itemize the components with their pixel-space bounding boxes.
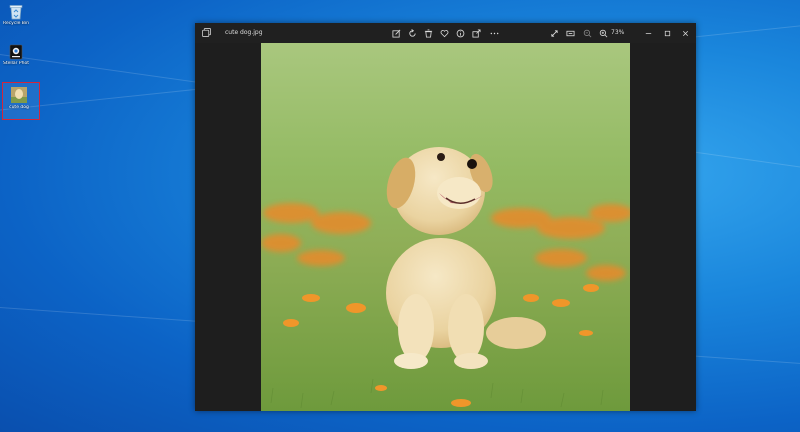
- desktop-icon-label: Recycle Bin: [3, 21, 29, 26]
- close-icon: [682, 30, 688, 36]
- fullscreen-icon: [550, 29, 558, 37]
- info-icon: [456, 29, 464, 37]
- favorite-button[interactable]: [438, 27, 450, 39]
- maximize-button[interactable]: [661, 27, 673, 39]
- more-button[interactable]: [488, 27, 500, 39]
- rotate-button[interactable]: [406, 27, 418, 39]
- delete-button[interactable]: [422, 27, 434, 39]
- slideshow-icon: [565, 30, 575, 36]
- zoom-level[interactable]: 73%: [611, 29, 624, 36]
- zoom-out-button[interactable]: [581, 27, 593, 39]
- more-icon: [490, 32, 498, 34]
- photos-app-icon: [202, 28, 211, 37]
- rotate-icon: [408, 28, 416, 37]
- image-file-icon: [11, 87, 27, 103]
- minimize-button[interactable]: [642, 27, 654, 39]
- info-button[interactable]: [454, 27, 466, 39]
- desktop-icon-stellar[interactable]: Stellar Photo Recovery: [3, 44, 29, 66]
- close-button[interactable]: [679, 27, 691, 39]
- edit-button[interactable]: [390, 27, 402, 39]
- edit-icon: [391, 29, 400, 38]
- zoom-in-icon: [599, 29, 607, 37]
- share-icon: [471, 28, 481, 38]
- zoom-in-button[interactable]: [597, 27, 609, 39]
- maximize-icon: [664, 30, 670, 36]
- zoom-out-icon: [583, 29, 591, 37]
- photo-canvas[interactable]: [261, 43, 630, 411]
- desktop-icon-cute-dog[interactable]: cute dog: [6, 86, 32, 110]
- desktop-icon-label: Stellar Photo Recovery: [3, 61, 29, 66]
- file-name: cute dog.jpg: [225, 29, 263, 36]
- desktop-icon-label: cute dog: [9, 105, 29, 110]
- slideshow-button[interactable]: [564, 27, 576, 39]
- delete-icon: [424, 28, 432, 38]
- photos-window[interactable]: cute dog.jpg 73%: [195, 23, 696, 411]
- share-button[interactable]: [470, 27, 482, 39]
- minimize-icon: [645, 32, 651, 34]
- title-bar[interactable]: cute dog.jpg 73%: [195, 23, 696, 43]
- app-shortcut-icon: [9, 44, 23, 60]
- desktop-icon-recycle-bin[interactable]: Recycle Bin: [3, 4, 29, 26]
- favorite-icon: [440, 29, 448, 37]
- recycle-bin-icon: [9, 5, 23, 20]
- dog-photo: [261, 43, 630, 411]
- fullscreen-button[interactable]: [548, 27, 560, 39]
